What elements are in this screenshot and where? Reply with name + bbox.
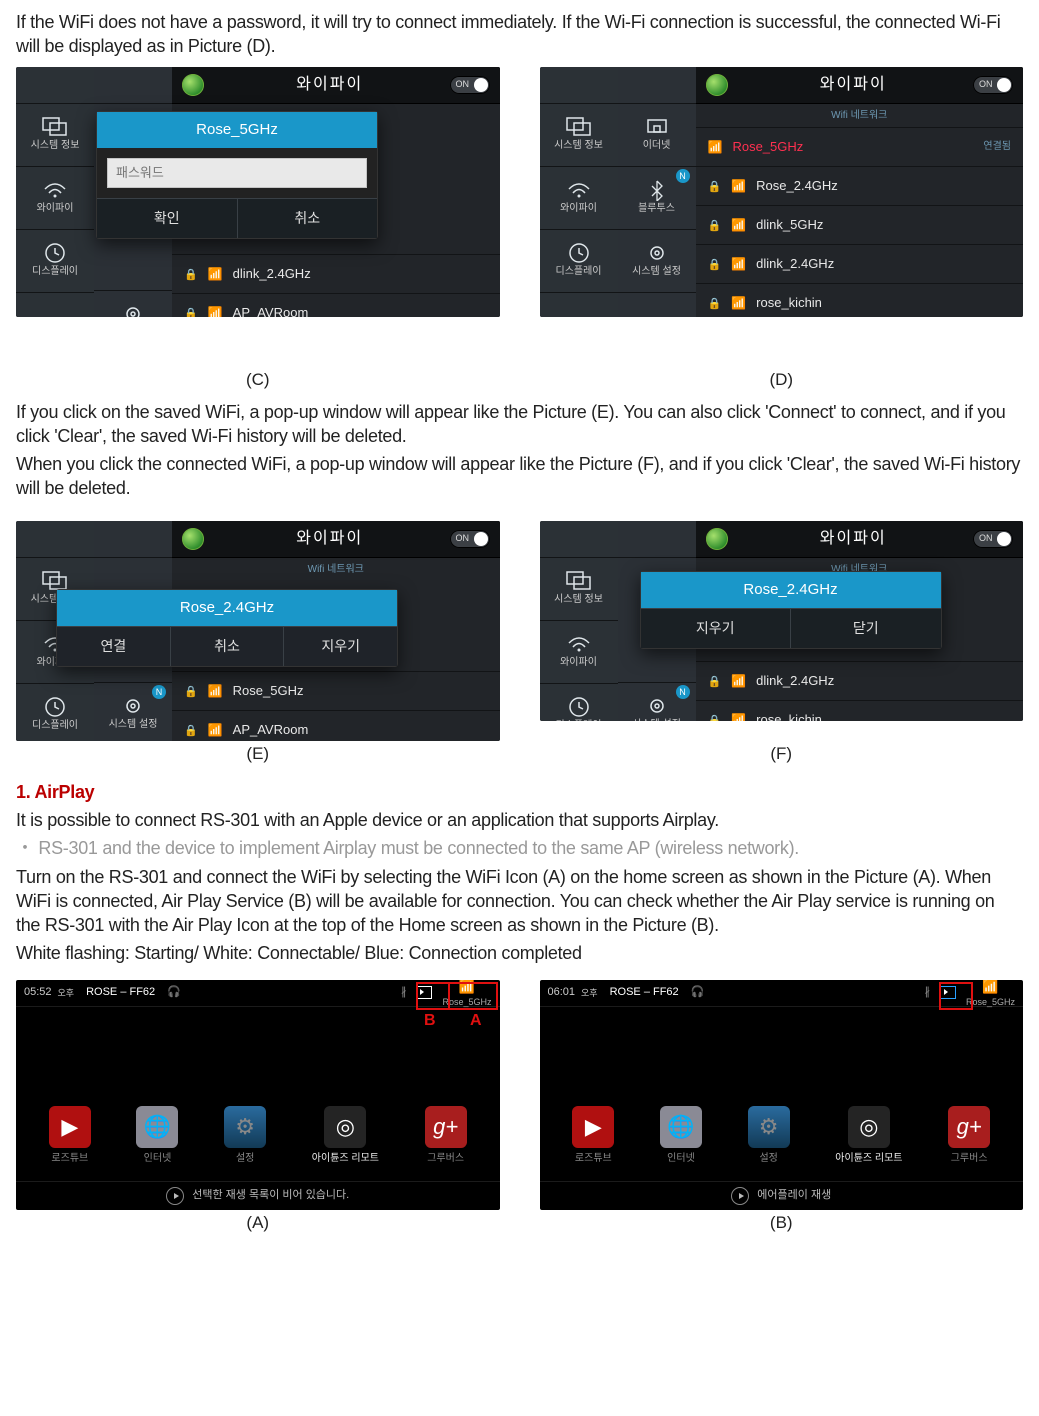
bluetooth-icon: ∦ (401, 985, 407, 1000)
label-b: B (424, 1010, 436, 1032)
gear-icon (643, 242, 671, 264)
headphones-icon: 🎧 (167, 985, 181, 1000)
label-a: A (470, 1010, 482, 1032)
app-internet[interactable]: 🌐인터넷 (660, 1106, 702, 1166)
status-time: 05:52 (24, 985, 52, 1000)
app-rosetube[interactable]: ▶로즈튜브 (49, 1106, 91, 1166)
ok-button[interactable]: 확인 (97, 198, 237, 238)
caption-a: (A) (16, 1212, 500, 1235)
notification-badge: N (676, 169, 690, 183)
gear-icon (643, 695, 671, 717)
wifi-network-item[interactable]: Rose_5GHz (172, 671, 500, 710)
device-name: ROSE – FF62 (610, 985, 679, 1000)
highlight-box-a (448, 982, 498, 1010)
app-internet[interactable]: 🌐인터넷 (136, 1106, 178, 1166)
screenshot-e: 시스템 정보 와이파이 디스플레이 시스템 설정 N 와이파이 ON Wifi … (16, 521, 500, 741)
globe-icon (706, 74, 728, 96)
wifi-icon (41, 179, 69, 201)
wifi-toggle[interactable]: ON (450, 76, 490, 94)
globe-icon (706, 528, 728, 550)
wifi-network-item[interactable]: AP_AVRoom (172, 293, 500, 317)
wifi-toggle[interactable]: ON (973, 530, 1013, 548)
wifi-toggle[interactable]: ON (973, 76, 1013, 94)
clock-icon (41, 242, 69, 264)
caption-c: (C) (16, 369, 500, 392)
caption-d: (D) (540, 369, 1024, 392)
bluetooth-icon: ∦ (924, 985, 930, 1000)
clear-button[interactable]: 지우기 (641, 608, 791, 648)
app-groovers[interactable]: g+그루버스 (948, 1106, 990, 1166)
intro-text: If the WiFi does not have a password, it… (16, 10, 1023, 59)
globe-icon (182, 74, 204, 96)
wifi-icon (565, 179, 593, 201)
screenshot-c: 시스템 정보 와이파이 디스플레이 시스템 설정 와이파이 ON dlink_2… (16, 67, 500, 317)
screenshot-f: 시스템 정보 와이파이 디스플레이 시스템 설정 N 와이파이 ON Wifi … (540, 521, 1024, 721)
airplay-p2: Turn on the RS-301 and connect the WiFi … (16, 865, 1023, 938)
screenshot-home-a: 05:52 오후 ROSE – FF62 🎧 ∦ Rose_5GHz B A ▶… (16, 980, 500, 1210)
ethernet-icon (643, 116, 671, 138)
bluetooth-icon (643, 179, 671, 201)
wifi-network-item[interactable]: dlink_5GHz (696, 205, 1024, 244)
headphones-icon: 🎧 (691, 985, 705, 1000)
notification-badge: N (152, 685, 166, 699)
wifi-toggle[interactable]: ON (450, 530, 490, 548)
monitor-icon (565, 570, 593, 592)
airplay-note: ・ RS-301 and the device to implement Air… (16, 836, 1023, 860)
app-settings[interactable]: ⚙설정 (224, 1106, 266, 1166)
app-remote[interactable]: ◎아이튠즈 리모트 (312, 1106, 379, 1166)
password-popup: Rose_5GHz 확인 취소 (96, 111, 378, 239)
device-name: ROSE – FF62 (86, 985, 155, 1000)
play-icon[interactable] (731, 1187, 749, 1205)
clock-icon (565, 696, 593, 718)
network-popup: Rose_2.4GHz 지우기 닫기 (640, 571, 942, 649)
play-icon[interactable] (166, 1187, 184, 1205)
app-rosetube[interactable]: ▶로즈튜브 (572, 1106, 614, 1166)
wifi-network-item[interactable]: dlink_2.4GHz (172, 254, 500, 293)
app-remote[interactable]: ◎아이튠즈 리모트 (835, 1106, 902, 1166)
screenshot-home-b: 06:01 오후 ROSE – FF62 🎧 ∦ Rose_5GHz ▶로즈튜브… (540, 980, 1024, 1210)
password-input[interactable] (107, 158, 367, 188)
status-time: 06:01 (548, 985, 576, 1000)
wifi-network-item[interactable]: Rose_2.4GHz (696, 166, 1024, 205)
wifi-network-item[interactable]: rose_kichin (696, 283, 1024, 317)
wifi-network-item[interactable]: rose_kichin (696, 700, 1024, 721)
clock-icon (565, 242, 593, 264)
wifi-network-item[interactable]: AP_AVRoom (172, 710, 500, 741)
monitor-icon (41, 116, 69, 138)
highlight-box-b (416, 982, 450, 1010)
wifi-network-item[interactable]: Rose_5GHz연결됨 (696, 127, 1024, 166)
monitor-icon (565, 116, 593, 138)
mid-text-2: When you click the connected WiFi, a pop… (16, 452, 1023, 501)
airplay-p3: White flashing: Starting/ White: Connect… (16, 941, 1023, 965)
close-button[interactable]: 닫기 (790, 608, 941, 648)
caption-e: (E) (16, 743, 500, 766)
caption-f: (F) (540, 743, 1024, 766)
cancel-button[interactable]: 취소 (170, 626, 284, 666)
globe-icon (182, 528, 204, 550)
gear-icon (119, 303, 147, 316)
cancel-button[interactable]: 취소 (237, 198, 378, 238)
gear-icon (119, 695, 147, 717)
clear-button[interactable]: 지우기 (283, 626, 397, 666)
app-groovers[interactable]: g+그루버스 (425, 1106, 467, 1166)
footer-text: 선택한 재생 목록이 비어 있습니다. (192, 1188, 349, 1203)
screenshot-d: 시스템 정보 와이파이 디스플레이 이더넷 블루투스 N 시스템 설정 와이파이… (540, 67, 1024, 317)
network-popup: Rose_2.4GHz 연결 취소 지우기 (56, 589, 398, 667)
wifi-status-icon[interactable] (982, 980, 998, 996)
wifi-network-item[interactable]: dlink_2.4GHz (696, 661, 1024, 700)
notification-badge: N (676, 685, 690, 699)
airplay-p1: It is possible to connect RS-301 with an… (16, 808, 1023, 832)
footer-text: 에어플레이 재생 (757, 1188, 831, 1203)
mid-text-1: If you click on the saved WiFi, a pop-up… (16, 400, 1023, 449)
caption-b: (B) (540, 1212, 1024, 1235)
connect-button[interactable]: 연결 (57, 626, 170, 666)
wifi-network-item[interactable]: dlink_2.4GHz (696, 244, 1024, 283)
app-settings[interactable]: ⚙설정 (748, 1106, 790, 1166)
clock-icon (41, 696, 69, 718)
wifi-icon (565, 633, 593, 655)
highlight-box (939, 982, 973, 1010)
airplay-heading: 1. AirPlay (16, 780, 1023, 804)
